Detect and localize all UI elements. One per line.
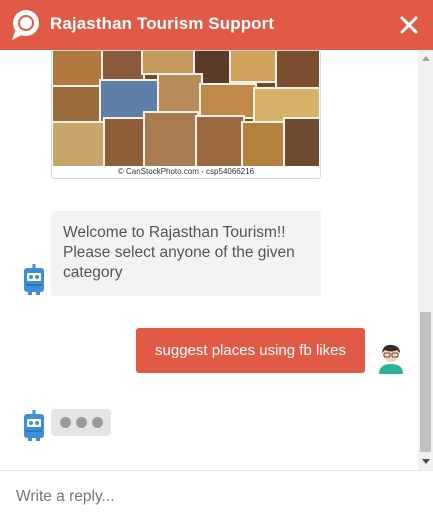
chat-header: Rajasthan Tourism Support [0,0,433,50]
typing-dot [91,417,103,428]
rajasthan-collage-image [53,51,319,166]
chat-bubble-icon [12,10,39,40]
typing-dot [59,417,71,428]
bot-avatar-icon [24,410,44,441]
scroll-down-arrow-icon[interactable] [422,459,430,464]
bot-message-bubble: Welcome to Rajasthan Tourism!! Please se… [51,211,321,296]
scrollbar-thumb[interactable] [420,312,431,452]
bot-avatar-icon [24,264,44,295]
reply-bar [0,470,433,522]
reply-input[interactable] [0,471,433,522]
scroll-up-arrow-icon[interactable] [422,56,430,61]
chat-messages: © CanStockPhoto.com - csp54066216 Welcom… [0,50,433,470]
user-avatar-icon [379,344,403,374]
typing-indicator [51,409,111,436]
chat-scrollbar[interactable] [418,50,433,470]
image-caption: © CanStockPhoto.com - csp54066216 [117,167,255,176]
user-message-bubble: suggest places using fb likes [136,328,365,373]
image-message[interactable]: © CanStockPhoto.com - csp54066216 [51,50,321,179]
typing-dot [75,417,87,428]
chat-title: Rajasthan Tourism Support [50,14,275,33]
close-icon[interactable] [399,15,419,35]
